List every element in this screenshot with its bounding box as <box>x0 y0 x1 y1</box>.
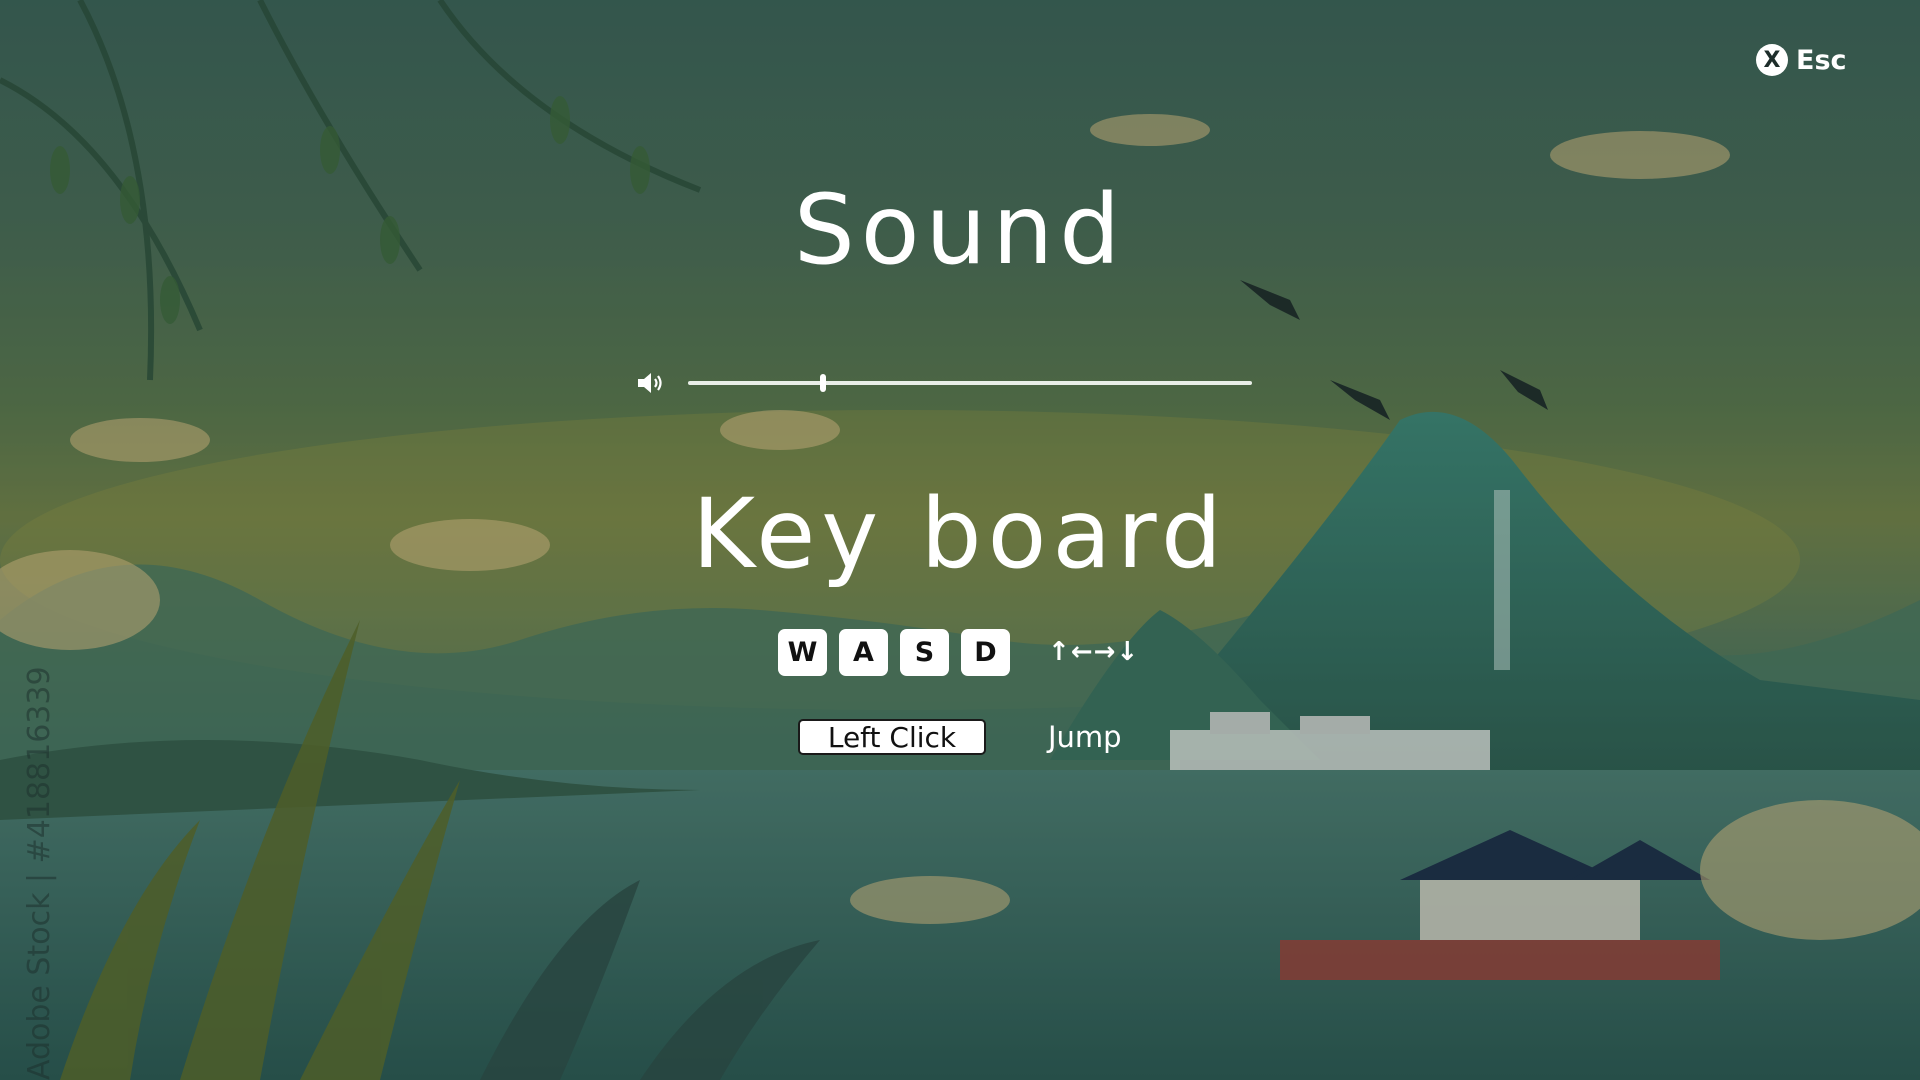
esc-label: Esc <box>1796 44 1847 76</box>
volume-slider[interactable] <box>688 374 1252 392</box>
key-d: D <box>961 628 1010 676</box>
arrow-keys-label: ↑←→↓ <box>1048 637 1140 667</box>
jump-control: Left Click Jump <box>798 717 1122 757</box>
key-w: W <box>778 628 827 676</box>
esc-close-button[interactable]: X Esc <box>1756 42 1847 78</box>
stock-watermark: Adobe Stock | #418816339 <box>22 666 57 1080</box>
sound-title: Sound <box>793 174 1127 286</box>
volume-slider-thumb[interactable] <box>820 374 827 392</box>
key-a: A <box>839 628 888 676</box>
movement-keys: W A S D ↑←→↓ <box>778 628 1139 676</box>
close-icon: X <box>1756 44 1788 76</box>
left-click-badge: Left Click <box>798 719 986 755</box>
keyboard-title: Key board <box>692 478 1228 590</box>
key-s: S <box>900 628 949 676</box>
jump-label: Jump <box>1048 720 1122 754</box>
volume-icon[interactable] <box>636 371 666 395</box>
volume-control <box>636 366 1256 398</box>
